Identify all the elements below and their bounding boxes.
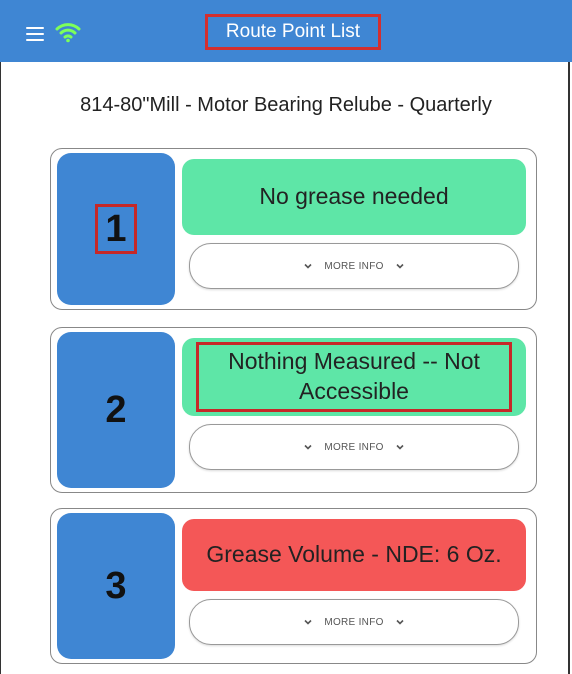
top-bar: Route Point List bbox=[0, 0, 572, 62]
point-number-block: 1 bbox=[57, 153, 175, 305]
more-info-label: MORE INFO bbox=[324, 616, 384, 628]
page-title: Route Point List bbox=[205, 14, 381, 50]
point-status-text: No grease needed bbox=[259, 183, 449, 210]
point-status-highlight: Nothing Measured -- Not Accessible bbox=[196, 342, 512, 412]
point-number-highlight: 1 bbox=[95, 204, 137, 254]
point-number: 3 bbox=[105, 564, 127, 607]
point-status: Nothing Measured -- Not Accessible bbox=[182, 338, 526, 416]
more-info-label: MORE INFO bbox=[324, 260, 384, 272]
wifi-icon bbox=[55, 21, 81, 43]
chevron-down-icon bbox=[396, 444, 404, 450]
chevron-down-icon bbox=[396, 619, 404, 625]
more-info-button[interactable]: MORE INFO bbox=[189, 243, 519, 289]
point-status-text: Grease Volume - NDE: 6 Oz. bbox=[206, 541, 502, 568]
route-point-card[interactable]: 3 Grease Volume - NDE: 6 Oz. MORE INFO bbox=[50, 508, 537, 664]
point-status: Grease Volume - NDE: 6 Oz. bbox=[182, 519, 526, 591]
more-info-button[interactable]: MORE INFO bbox=[189, 424, 519, 470]
more-info-label: MORE INFO bbox=[324, 441, 384, 453]
chevron-down-icon bbox=[304, 263, 312, 269]
point-status: No grease needed bbox=[182, 159, 526, 235]
point-number-block: 2 bbox=[57, 332, 175, 488]
point-status-text: Nothing Measured -- Not Accessible bbox=[228, 348, 480, 404]
route-point-card[interactable]: 1 No grease needed MORE INFO bbox=[50, 148, 537, 310]
chevron-down-icon bbox=[304, 619, 312, 625]
chevron-down-icon bbox=[304, 444, 312, 450]
point-number-block: 3 bbox=[57, 513, 175, 659]
route-point-card[interactable]: 2 Nothing Measured -- Not Accessible MOR… bbox=[50, 327, 537, 493]
chevron-down-icon bbox=[396, 263, 404, 269]
point-number: 2 bbox=[105, 388, 127, 431]
hamburger-menu-icon[interactable] bbox=[26, 27, 44, 41]
more-info-button[interactable]: MORE INFO bbox=[189, 599, 519, 645]
point-number: 1 bbox=[105, 207, 127, 250]
route-name: 814-80"Mill - Motor Bearing Relube - Qua… bbox=[80, 94, 492, 116]
